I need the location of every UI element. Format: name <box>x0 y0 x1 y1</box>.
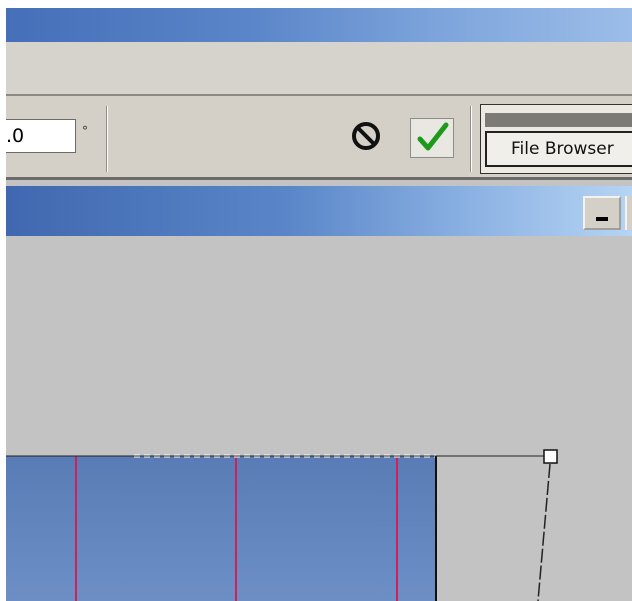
minimize-button[interactable] <box>583 196 621 230</box>
screenshot-frame: .0 ° File Browser <box>6 8 632 601</box>
cancel-transform-icon[interactable] <box>348 118 384 154</box>
transform-handle[interactable] <box>543 449 558 464</box>
checkmark-icon <box>417 122 449 151</box>
tool-options-bar: .0 ° File Browser <box>6 94 632 180</box>
toolbar-separator <box>106 106 108 172</box>
file-browser-tab[interactable]: File Browser <box>485 131 632 167</box>
maximize-button[interactable] <box>625 196 632 230</box>
commit-transform-button[interactable] <box>410 118 454 158</box>
palette-well-header <box>485 113 632 127</box>
document-title-bar <box>6 186 632 236</box>
document-canvas[interactable] <box>6 236 632 601</box>
transform-bounding-box-right <box>537 463 551 601</box>
rotation-angle-input[interactable]: .0 <box>6 119 76 153</box>
menu-bar <box>6 42 632 94</box>
application-title-bar <box>6 8 632 42</box>
toolbar-separator <box>470 106 472 172</box>
degree-symbol: ° <box>82 124 88 138</box>
selected-image-region <box>6 456 436 601</box>
palette-well: File Browser <box>480 104 632 174</box>
canvas-artwork <box>6 449 558 601</box>
